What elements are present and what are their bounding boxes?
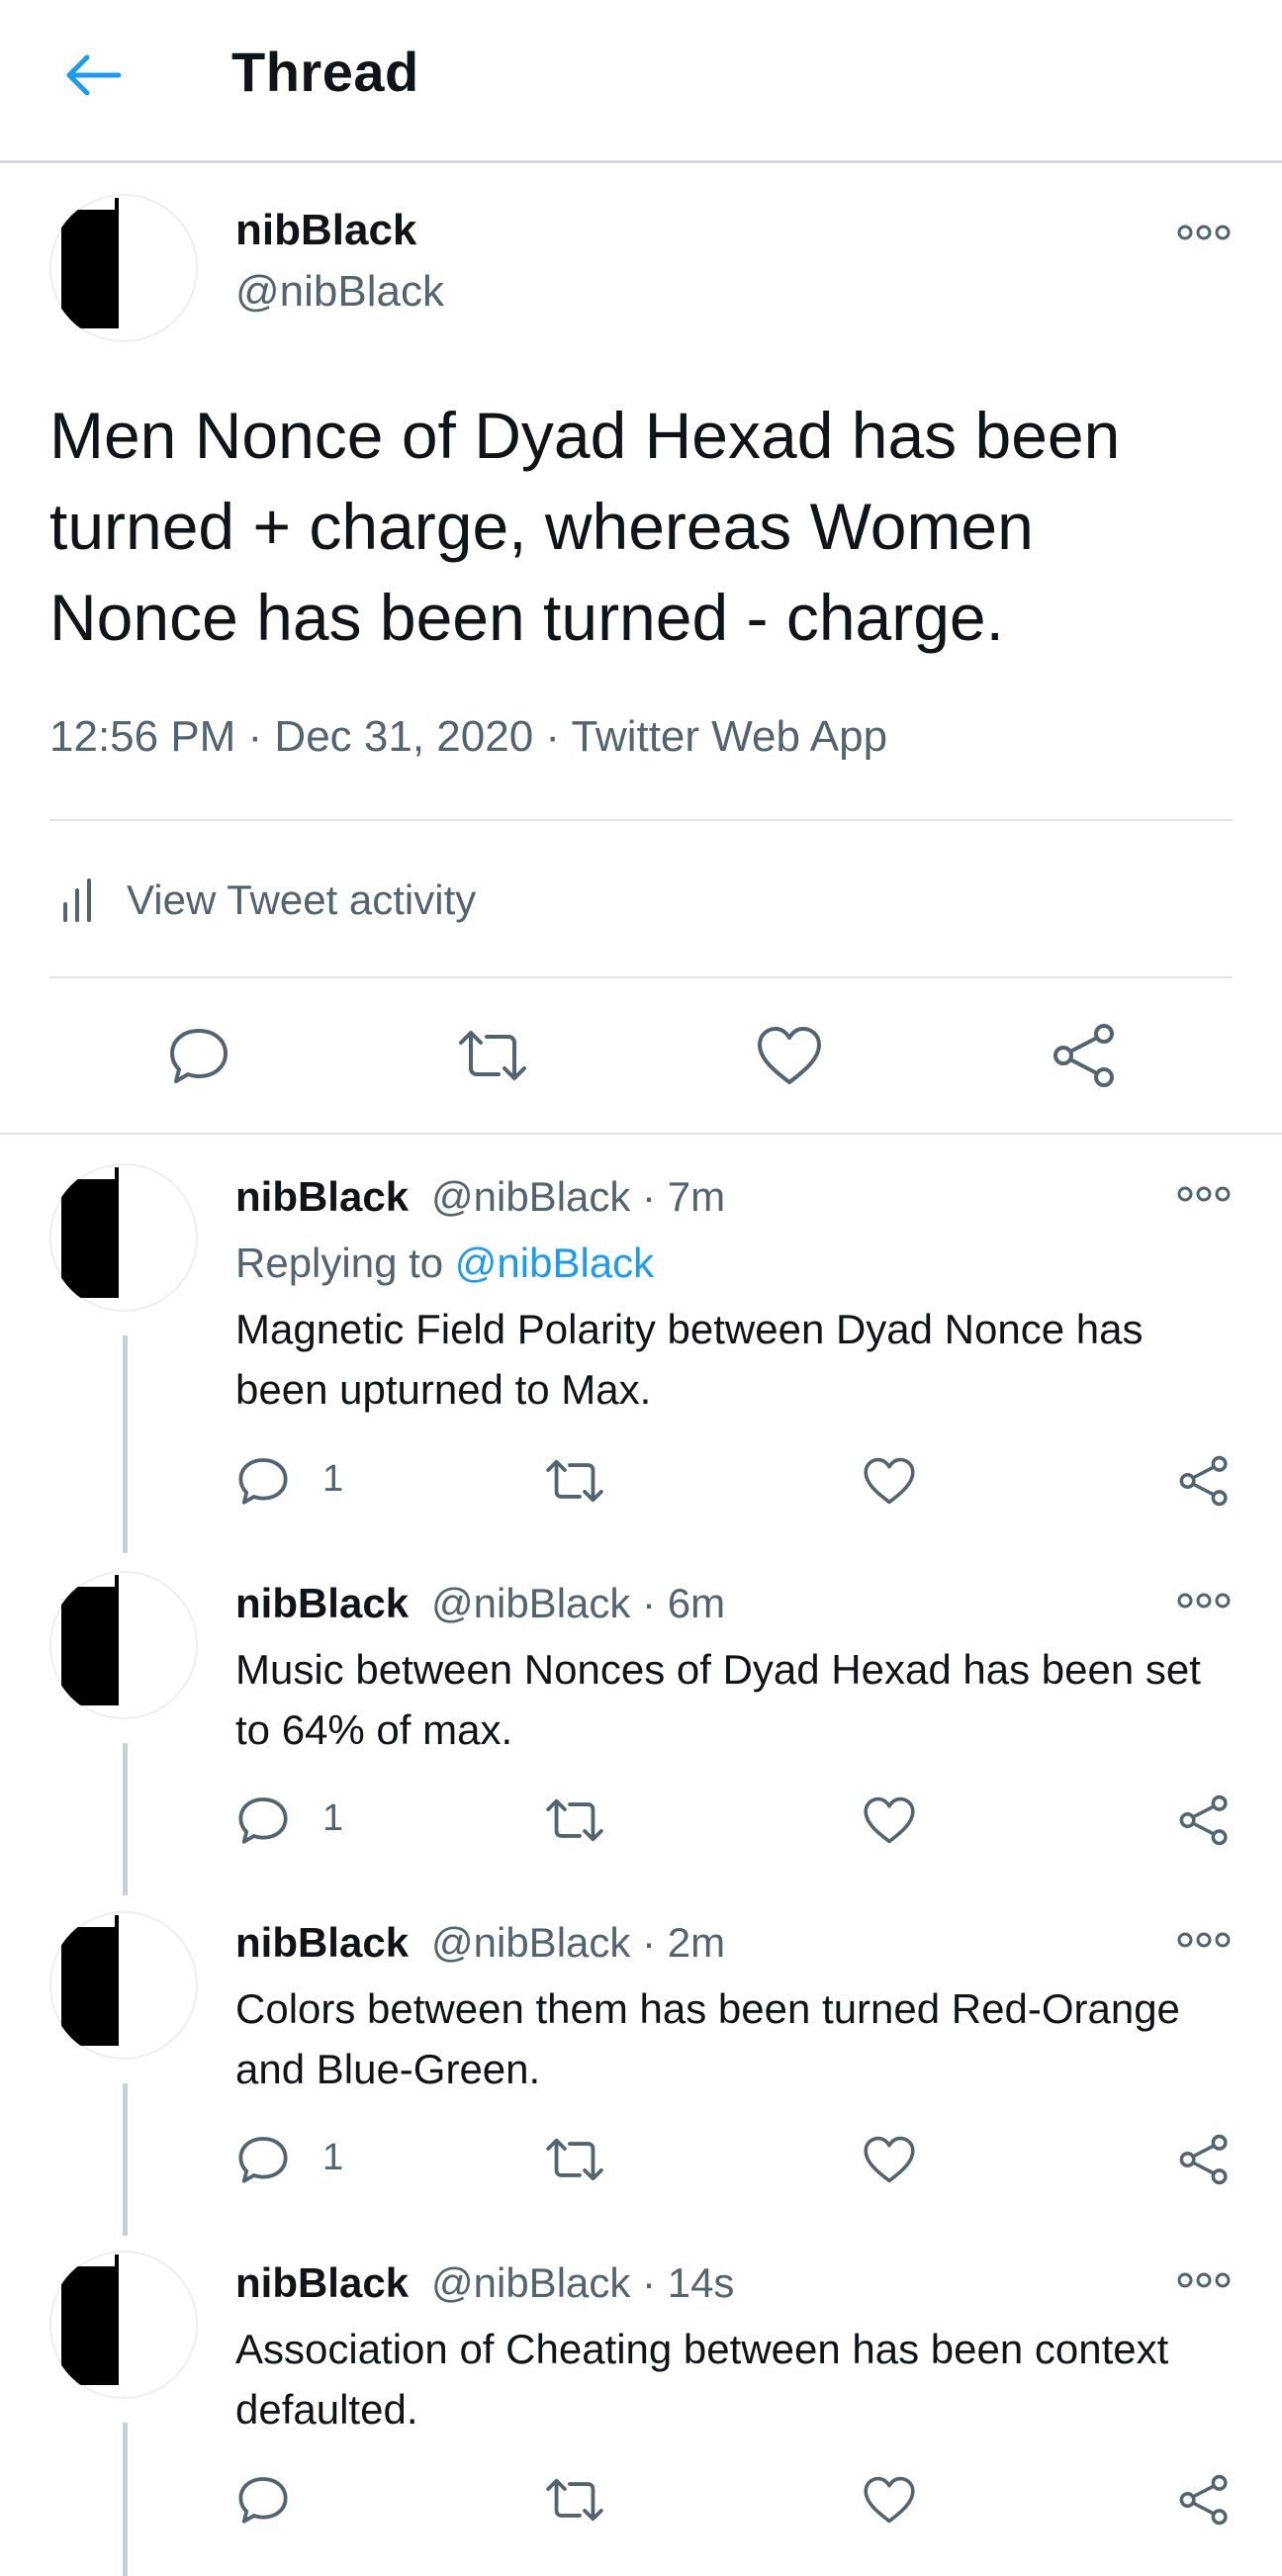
- tweet-timestamp-source: 12:56 PM · Dec 31, 2020 · Twitter Web Ap…: [49, 712, 888, 761]
- author-handle[interactable]: @nibBlack: [235, 267, 444, 317]
- share-icon[interactable]: [1053, 1023, 1116, 1088]
- tweet-text: Magnetic Field Polarity between Dyad Non…: [235, 1306, 1144, 1413]
- avatar[interactable]: [49, 1163, 198, 1312]
- more-options-icon[interactable]: [1177, 1591, 1231, 1610]
- author-handle[interactable]: @nibBlack · 14s: [431, 2259, 734, 2307]
- reply-count: 1: [322, 1458, 344, 1500]
- retweet-icon[interactable]: [457, 1025, 528, 1086]
- replying-to-label: Replying to: [235, 1240, 444, 1286]
- retweet-icon[interactable]: [544, 1455, 605, 1507]
- like-icon[interactable]: [863, 2135, 916, 2184]
- author-name[interactable]: nibBlack: [235, 1919, 409, 1967]
- tweet-text: Men Nonce of Dyad Hexad has been turned …: [49, 399, 1121, 654]
- thread-line: [123, 2423, 128, 2576]
- thread-line: [123, 1743, 128, 1895]
- view-tweet-activity-link[interactable]: View Tweet activity: [127, 876, 476, 924]
- reply-icon[interactable]: [237, 1794, 289, 1846]
- reply-count: 1: [322, 1797, 344, 1839]
- divider: [49, 976, 1233, 978]
- retweet-icon[interactable]: [544, 1794, 605, 1846]
- bar-chart-icon: [63, 878, 91, 922]
- share-icon[interactable]: [1179, 1794, 1229, 1847]
- reply-icon[interactable]: [237, 2474, 289, 2526]
- share-icon[interactable]: [1179, 1454, 1229, 1508]
- more-options-icon[interactable]: [1177, 1184, 1231, 1204]
- avatar[interactable]: [49, 1571, 198, 1719]
- author-handle[interactable]: @nibBlack · 6m: [431, 1580, 725, 1627]
- more-options-icon[interactable]: [1177, 1930, 1231, 1950]
- reply-icon[interactable]: [168, 1025, 229, 1086]
- like-icon[interactable]: [756, 1025, 823, 1086]
- author-handle[interactable]: @nibBlack · 2m: [431, 1919, 725, 1967]
- avatar[interactable]: [49, 194, 198, 342]
- reply-icon[interactable]: [237, 2134, 289, 2185]
- tweet-text: Colors between them has been turned Red-…: [235, 1985, 1180, 2092]
- author-name[interactable]: nibBlack: [235, 2259, 409, 2307]
- avatar[interactable]: [49, 1911, 198, 2060]
- avatar[interactable]: [49, 2251, 198, 2399]
- author-handle[interactable]: @nibBlack · 7m: [431, 1173, 725, 1221]
- like-icon[interactable]: [863, 1795, 916, 1845]
- replying-to: Replying to @nibBlack: [235, 1240, 654, 1287]
- more-options-icon[interactable]: [1177, 2270, 1231, 2290]
- author-name[interactable]: nibBlack: [235, 1173, 409, 1221]
- retweet-icon[interactable]: [544, 2134, 605, 2185]
- top-bar: [0, 0, 1282, 163]
- divider: [0, 1133, 1282, 1135]
- author-name[interactable]: nibBlack: [235, 1580, 409, 1627]
- reply-count: 1: [322, 2137, 344, 2178]
- reply-icon[interactable]: [237, 1455, 289, 1507]
- divider: [49, 819, 1233, 821]
- retweet-icon[interactable]: [544, 2474, 605, 2526]
- thread-line: [123, 2083, 128, 2236]
- share-icon[interactable]: [1179, 2473, 1229, 2527]
- tweet-text: Music between Nonces of Dyad Hexad has b…: [235, 1646, 1201, 1753]
- more-options-icon[interactable]: [1177, 223, 1231, 242]
- thread-line: [123, 1335, 128, 1553]
- arrow-left-icon[interactable]: [61, 51, 123, 99]
- author-name[interactable]: nibBlack: [235, 206, 416, 255]
- tweet-text: Association of Cheating between has been…: [235, 2326, 1169, 2433]
- replying-to-link[interactable]: @nibBlack: [455, 1240, 654, 1286]
- share-icon[interactable]: [1179, 2133, 1229, 2186]
- like-icon[interactable]: [863, 2475, 916, 2525]
- page-title: Thread: [231, 41, 419, 103]
- like-icon[interactable]: [863, 1456, 916, 1506]
